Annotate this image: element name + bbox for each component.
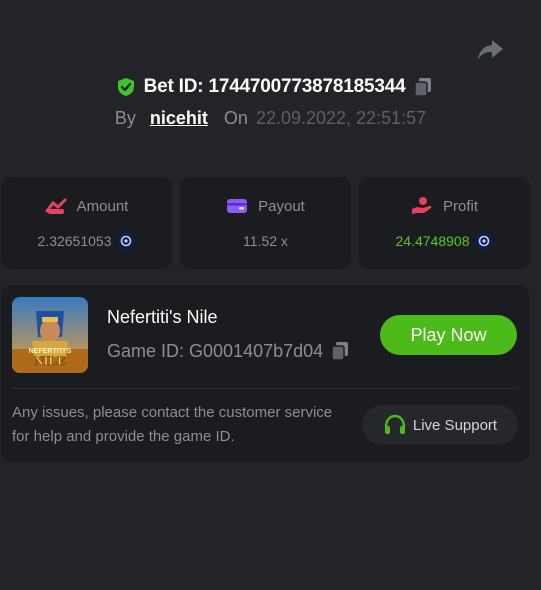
profit-hand-icon <box>411 196 433 216</box>
payout-value: 11.52 x <box>243 233 288 249</box>
profit-value: 24.4748908 <box>395 233 470 249</box>
shield-check-icon <box>116 77 136 97</box>
live-support-label: Live Support <box>412 416 498 434</box>
share-button[interactable] <box>475 35 505 65</box>
divider <box>12 388 518 389</box>
stat-amount: Amount 2.32651053 <box>1 177 172 269</box>
on-label: On <box>223 108 248 128</box>
game-id: Game ID: G0001407b7d04 <box>107 340 324 361</box>
game-id-row: Game ID: G0001407b7d04 <box>107 340 350 362</box>
bet-id: Bet ID: 1744700773878185344 <box>143 76 406 97</box>
game-card: NEFERTITI'S NILE Nefertiti's Nile Game I… <box>1 285 529 462</box>
headset-icon <box>383 414 407 436</box>
username-link[interactable]: nicehit <box>150 108 208 129</box>
game-thumbnail[interactable]: NEFERTITI'S NILE <box>12 297 88 373</box>
play-now-button[interactable]: Play Now <box>380 315 517 355</box>
wallet-icon <box>226 197 248 215</box>
profit-label: Profit <box>442 197 478 215</box>
share-icon <box>478 40 503 60</box>
copy-icon[interactable] <box>413 76 433 98</box>
stat-profit: Profit 24.4748908 <box>359 177 530 269</box>
payout-label: Payout <box>258 197 305 215</box>
bet-id-row: Bet ID: 1744700773878185344 <box>0 72 541 102</box>
thumb-sub: NILE <box>34 353 66 368</box>
by-label: By <box>114 108 136 128</box>
amount-label: Amount <box>76 197 129 215</box>
bet-datetime: 22.09.2022, 22:51:57 <box>255 108 427 128</box>
bet-stats: Amount 2.32651053 Payout 11.52 x Profit … <box>0 177 541 269</box>
stat-payout: Payout 11.52 x <box>180 177 351 269</box>
amount-icon <box>45 197 67 215</box>
bet-header: Bet ID: 1744700773878185344 By nicehit O… <box>0 72 541 129</box>
copy-icon[interactable] <box>330 340 350 362</box>
amount-value: 2.32651053 <box>37 233 112 249</box>
coin-icon <box>117 232 136 250</box>
bet-meta-row: By nicehit On 22.09.2022, 22:51:57 <box>0 108 541 129</box>
live-support-button[interactable]: Live Support <box>362 405 518 445</box>
coin-icon <box>475 232 494 250</box>
game-name: Nefertiti's Nile <box>107 307 218 327</box>
support-notice: Any issues, please contact the customer … <box>12 404 333 445</box>
